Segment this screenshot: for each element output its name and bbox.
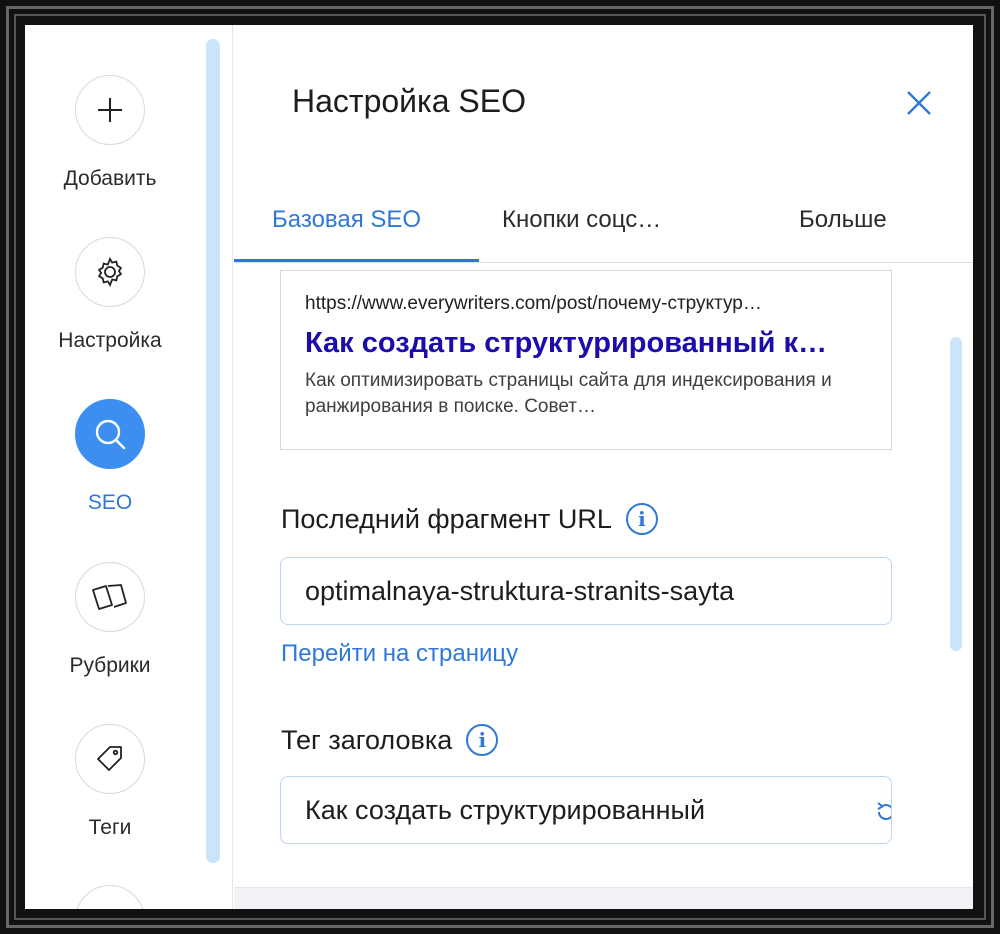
tab-social-buttons[interactable]: Кнопки соцс…: [502, 203, 661, 263]
title-tag-input[interactable]: Как создать структурированный: [280, 776, 892, 844]
go-to-page-link[interactable]: Перейти на страницу: [281, 640, 518, 668]
title-tag-value: Как создать структурированный: [305, 794, 706, 825]
gear-icon: [97, 256, 123, 288]
url-slug-label-text: Последний фрагмент URL: [281, 503, 612, 534]
content-scrollbar[interactable]: [950, 337, 962, 651]
preview-description: Как оптимизировать страницы сайта для ин…: [305, 370, 832, 417]
reset-icon[interactable]: [873, 799, 892, 825]
seo-panel: Настройка SEO Базовая SEO Кнопки соцс… Б…: [234, 25, 973, 909]
title-tag-label: Тег заголовка i: [281, 724, 499, 756]
sidebar-item-add[interactable]: Добавить: [25, 75, 195, 191]
sidebar-scrollbar[interactable]: [206, 39, 220, 863]
sidebar: Добавить Настройка SEO Рубрики Теги: [25, 25, 233, 909]
tag-icon: [97, 746, 122, 771]
active-tab-indicator: [234, 259, 479, 262]
plus-icon: [98, 98, 122, 122]
sidebar-item-settings-circle[interactable]: [75, 237, 145, 307]
sidebar-item-add-circle[interactable]: [75, 75, 145, 145]
preview-url: https://www.everywriters.com/post/почему…: [305, 293, 762, 314]
tab-basic-seo[interactable]: Базовая SEO: [272, 203, 421, 263]
sidebar-item-seo[interactable]: SEO: [25, 399, 195, 515]
preview-title: Как создать структурированный к…: [305, 327, 827, 359]
close-button[interactable]: [904, 88, 934, 118]
url-slug-value: optimalnaya-struktura-stranits-sayta: [305, 575, 735, 606]
sidebar-item-settings[interactable]: Настройка: [25, 237, 195, 353]
info-icon[interactable]: i: [625, 503, 658, 535]
search-icon: [95, 419, 126, 450]
sidebar-item-seo-circle[interactable]: [75, 399, 145, 469]
sidebar-item-more[interactable]: [25, 885, 195, 909]
sidebar-item-label: SEO: [87, 491, 133, 514]
sidebar-item-tags[interactable]: Теги: [25, 724, 195, 840]
cards-icon: [92, 584, 127, 610]
sidebar-item-more-circle[interactable]: [75, 885, 145, 909]
url-slug-label: Последний фрагмент URL i: [281, 503, 658, 535]
sidebar-item-categories-circle[interactable]: [75, 562, 145, 632]
tab-more[interactable]: Больше: [799, 203, 887, 263]
tab-bar: Базовая SEO Кнопки соцс… Больше: [234, 203, 973, 263]
editor-app: Добавить Настройка SEO Рубрики Теги Наст…: [25, 25, 973, 909]
sidebar-item-label: Рубрики: [69, 654, 151, 677]
panel-title: Настройка SEO: [292, 83, 526, 119]
sidebar-item-label: Теги: [88, 816, 132, 839]
sidebar-item-label: Настройка: [58, 329, 162, 352]
sidebar-item-categories[interactable]: Рубрики: [25, 562, 195, 678]
sidebar-item-tags-circle[interactable]: [75, 724, 145, 794]
info-icon[interactable]: i: [466, 724, 499, 756]
url-slug-input[interactable]: optimalnaya-struktura-stranits-sayta: [280, 557, 892, 625]
panel-footer: [234, 887, 973, 909]
sidebar-item-label: Добавить: [63, 167, 157, 190]
search-preview: https://www.everywriters.com/post/почему…: [280, 270, 892, 450]
title-tag-label-text: Тег заголовка: [281, 724, 453, 755]
close-icon: [907, 91, 931, 115]
